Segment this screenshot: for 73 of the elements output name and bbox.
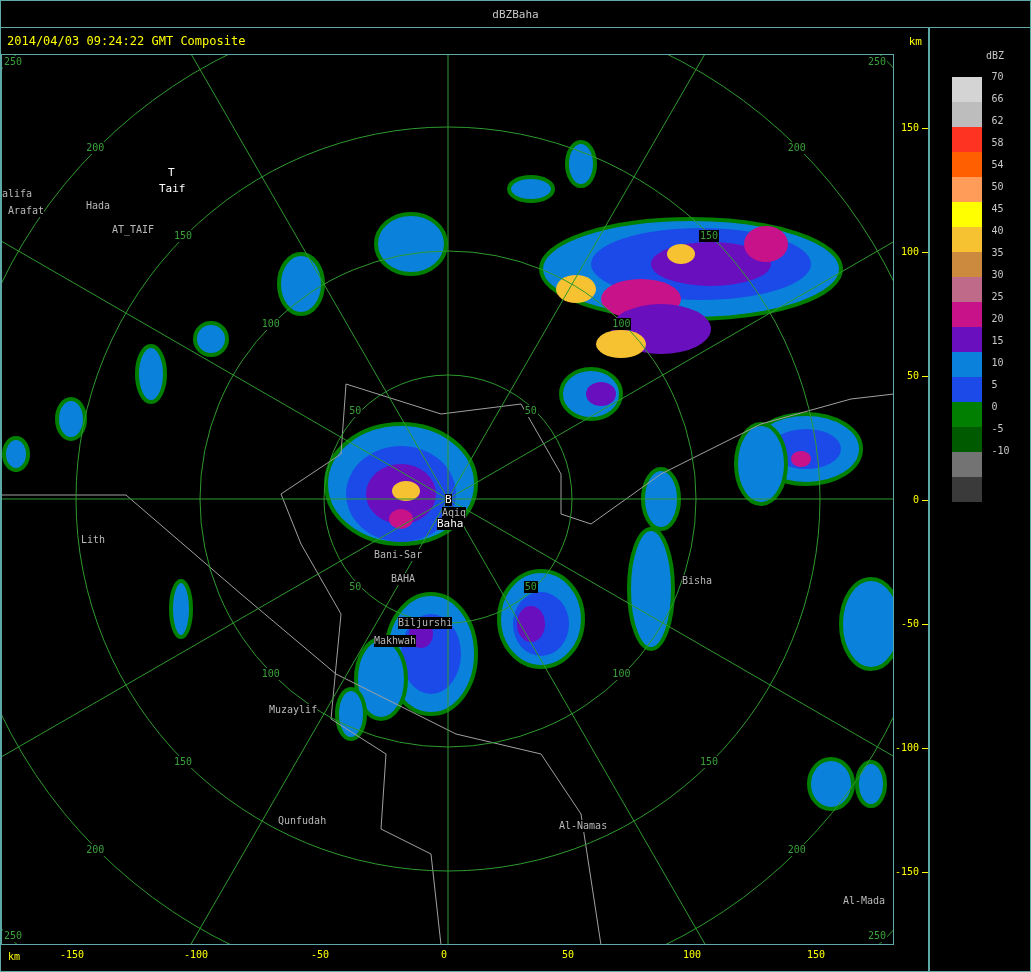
legend-label: 0 bbox=[991, 402, 999, 414]
range-label: 50 bbox=[348, 580, 363, 593]
axis-tick-label: 50 bbox=[906, 369, 919, 383]
legend-label: 10 bbox=[991, 358, 1005, 370]
range-label: 200 bbox=[786, 843, 807, 856]
place-label: Biljurshi bbox=[398, 617, 453, 629]
range-label: 150 bbox=[172, 756, 193, 769]
axis-tick-label: -50 bbox=[310, 949, 330, 961]
axis-tick-label: -100 bbox=[894, 741, 919, 755]
legend-label: 35 bbox=[991, 248, 1005, 260]
place-label: Bani-Sar bbox=[374, 549, 423, 561]
axis-unit: km bbox=[908, 34, 922, 48]
place-label: AT_TAIF bbox=[112, 224, 155, 236]
place-label: Al-Namas bbox=[559, 820, 608, 832]
place-label: Taif bbox=[159, 183, 186, 195]
place-label: alifa bbox=[2, 188, 33, 200]
range-label: 250 bbox=[3, 56, 24, 68]
axis-tick-label: 150 bbox=[806, 949, 826, 961]
legend-label: 15 bbox=[991, 336, 1005, 348]
legend-label: 58 bbox=[991, 138, 1005, 150]
legend-label: 66 bbox=[991, 94, 1005, 106]
place-label: Baha bbox=[437, 518, 464, 530]
legend-title: dBZ bbox=[985, 50, 1005, 61]
axis-tick-label: 100 bbox=[682, 949, 702, 961]
axis-tick-label: 150 bbox=[900, 121, 919, 135]
range-label: 250 bbox=[867, 56, 888, 68]
range-label: 100 bbox=[260, 317, 281, 330]
legend-label: 25 bbox=[991, 292, 1005, 304]
place-label: Lith bbox=[81, 534, 106, 546]
range-label: 200 bbox=[85, 843, 106, 856]
place-label: Makhwah bbox=[374, 635, 417, 647]
range-label: 200 bbox=[786, 142, 807, 155]
window-title: dBZBaha bbox=[492, 7, 539, 21]
legend-label: 5 bbox=[991, 380, 999, 392]
place-label: T bbox=[168, 167, 175, 179]
legend-label: 50 bbox=[991, 182, 1005, 194]
axis-tick-label: 0 bbox=[912, 493, 919, 507]
range-label: 150 bbox=[172, 229, 193, 242]
axis-unit: km bbox=[8, 951, 21, 962]
legend-label: -5 bbox=[991, 424, 1005, 436]
legend-label: 54 bbox=[991, 160, 1005, 172]
axis-tick-label: -150 bbox=[894, 865, 919, 879]
place-label: Aqiq bbox=[442, 507, 467, 519]
axis-tick-label: 50 bbox=[562, 949, 574, 961]
place-label: Qunfudah bbox=[278, 815, 327, 827]
place-label: Muzaylif bbox=[269, 704, 318, 716]
range-label: 50 bbox=[523, 405, 538, 418]
legend-label: 20 bbox=[991, 314, 1005, 326]
range-label: 200 bbox=[85, 142, 106, 155]
range-label: 250 bbox=[3, 930, 24, 942]
legend-label: -10 bbox=[991, 446, 1010, 458]
range-label: 50 bbox=[348, 405, 363, 418]
axis-tick-label: -150 bbox=[59, 949, 85, 961]
legend-label: 70 bbox=[991, 72, 1005, 84]
place-label: Bisha bbox=[682, 575, 713, 587]
axis-tick-label: -50 bbox=[900, 617, 919, 631]
legend-label: 45 bbox=[991, 204, 1005, 216]
legend-label: 62 bbox=[991, 116, 1005, 128]
axis-tick-label: -100 bbox=[183, 949, 209, 961]
place-label: B bbox=[445, 494, 452, 506]
axis-tick-label: 100 bbox=[900, 245, 919, 259]
range-label: 100 bbox=[260, 668, 281, 681]
legend-label: 40 bbox=[991, 226, 1005, 238]
place-label: Arafat bbox=[8, 205, 45, 217]
timestamp: 2014/04/03 09:24:22 GMT Composite bbox=[7, 34, 246, 48]
range-label: 150 bbox=[699, 756, 720, 769]
range-label: 100 bbox=[611, 668, 632, 681]
place-label: BAHA bbox=[391, 573, 416, 585]
range-label: 250 bbox=[867, 930, 888, 942]
axis-tick-label: 0 bbox=[441, 949, 447, 961]
place-label: Hada bbox=[86, 200, 111, 212]
legend-label: 30 bbox=[991, 270, 1005, 282]
place-label: Al-Mada bbox=[843, 895, 886, 907]
